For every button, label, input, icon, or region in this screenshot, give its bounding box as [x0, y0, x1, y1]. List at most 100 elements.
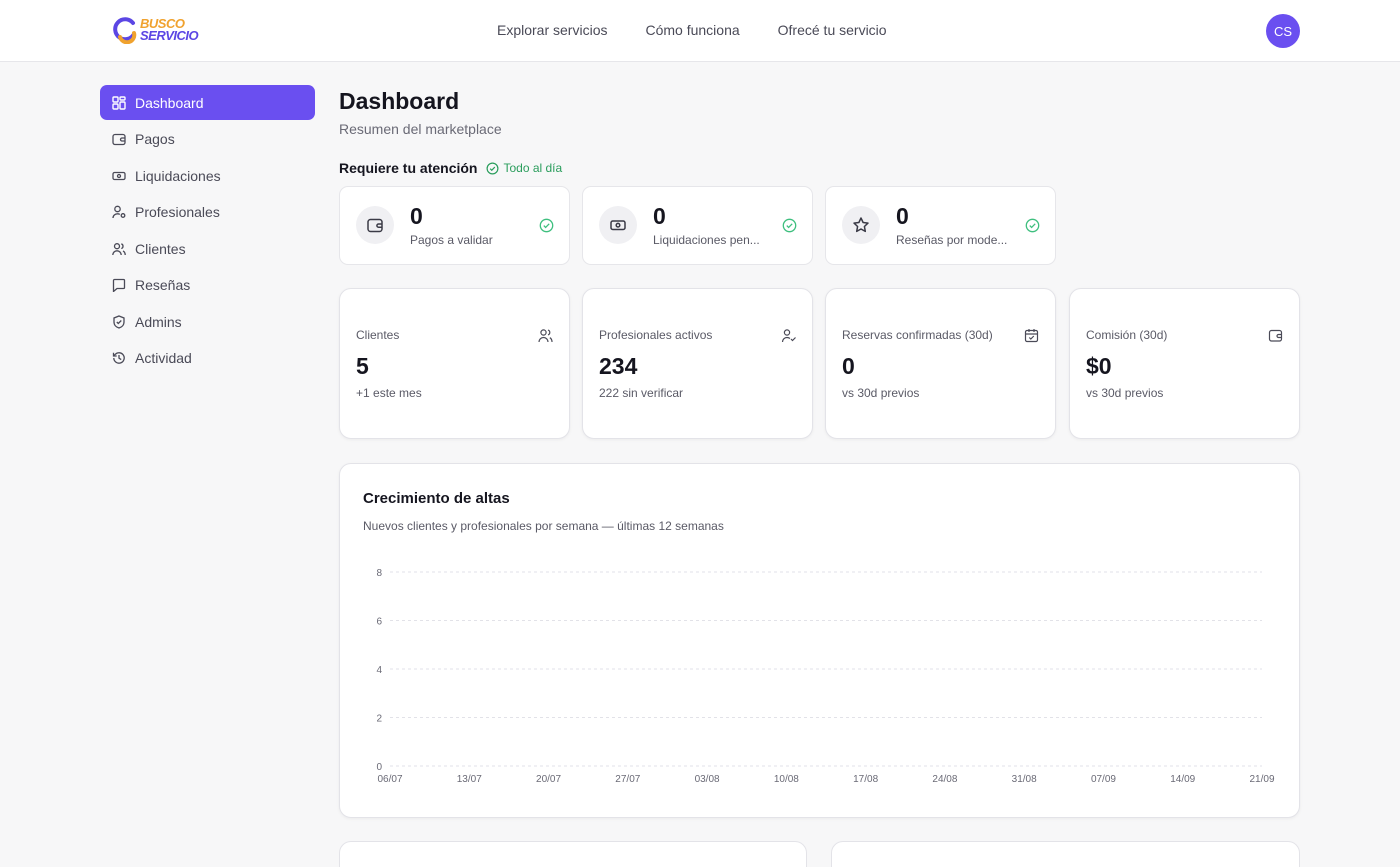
user-check-icon — [781, 329, 796, 343]
x-tick-label: 13/07 — [457, 774, 482, 785]
alert-label: Reseñas por mode... — [896, 233, 1008, 247]
alert-card-resenas[interactable]: 0 Reseñas por mode... — [825, 186, 1056, 265]
star-icon — [853, 217, 869, 233]
nav-como-funciona[interactable]: Cómo funciona — [645, 22, 739, 38]
message-icon — [112, 278, 126, 292]
x-tick-label: 06/07 — [377, 774, 402, 785]
logo-mark-icon — [113, 17, 137, 44]
check-circle-icon — [486, 162, 499, 174]
x-tick-label: 24/08 — [932, 774, 957, 785]
x-tick-label: 21/09 — [1249, 774, 1274, 785]
users-icon — [112, 242, 126, 255]
stat-card-clientes: Clientes 5 +1 este mes — [339, 288, 570, 439]
alert-value: 0 — [410, 203, 423, 229]
status-badge-label: Todo al día — [503, 161, 563, 175]
brand-logo[interactable]: BUSCO SERVICIO — [112, 16, 199, 44]
y-tick-label: 0 — [376, 762, 382, 773]
main-nav: Explorar servicios Cómo funciona Ofrecé … — [497, 22, 887, 38]
growth-chart-card: Crecimiento de altas Nuevos clientes y p… — [339, 463, 1300, 818]
x-tick-label: 14/09 — [1170, 774, 1195, 785]
user-gear-icon — [112, 205, 126, 219]
stat-card-reservas: Reservas confirmadas (30d) 0 vs 30d prev… — [825, 288, 1056, 439]
stat-card-comision: Comisión (30d) $0 vs 30d previos — [1069, 288, 1300, 439]
page-subtitle: Resumen del marketplace — [339, 121, 502, 137]
nav-explorar-servicios[interactable]: Explorar servicios — [497, 22, 607, 38]
wallet-icon — [367, 218, 383, 233]
sidebar-item-label: Reseñas — [135, 277, 191, 293]
page-title: Dashboard — [339, 88, 460, 114]
wallet-icon — [112, 133, 126, 146]
x-tick-label: 20/07 — [536, 774, 561, 785]
x-tick-label: 27/07 — [615, 774, 640, 785]
x-tick-label: 03/08 — [695, 774, 720, 785]
y-tick-label: 4 — [376, 665, 382, 676]
stat-value: $0 — [1086, 353, 1112, 379]
sidebar-item-resenas[interactable]: Reseñas — [100, 268, 315, 303]
x-tick-label: 07/09 — [1091, 774, 1116, 785]
status-badge: Todo al día — [486, 161, 562, 175]
sidebar-item-label: Clientes — [135, 240, 186, 257]
sidebar-item-label: Dashboard — [135, 94, 204, 111]
stat-label: Profesionales activos — [599, 328, 713, 342]
shield-icon — [113, 314, 125, 329]
alert-card-pagos[interactable]: 0 Pagos a validar — [339, 186, 570, 265]
growth-chart: 0 2 4 6 8 06/07 13/07 20/07 27/07 03/08 10/08 17/08… — [376, 568, 1275, 785]
grid-icon — [112, 95, 126, 110]
y-tick-label: 8 — [376, 568, 382, 579]
stat-label: Reservas confirmadas (30d) — [842, 328, 993, 342]
stat-subtext: vs 30d previos — [1086, 386, 1164, 400]
attention-header: Requiere tu atención Todo al día — [339, 160, 562, 176]
main-content: Dashboard Resumen del marketplace Requie… — [339, 88, 1300, 867]
alert-icon-circle — [356, 206, 394, 244]
alert-value: 0 — [653, 203, 666, 229]
sidebar-item-liquidaciones[interactable]: Liquidaciones — [100, 158, 315, 193]
stat-subtext: +1 este mes — [356, 386, 422, 400]
sidebar-item-profesionales[interactable]: Profesionales — [100, 195, 315, 230]
attention-title: Requiere tu atención — [339, 160, 478, 176]
x-tick-label: 31/08 — [1012, 774, 1037, 785]
check-circle-icon — [782, 218, 797, 233]
sidebar-item-actividad[interactable]: Actividad — [100, 341, 315, 376]
sidebar-item-label: Admins — [135, 313, 182, 330]
brand-line-2: SERVICIO — [140, 28, 199, 43]
history-icon — [112, 352, 125, 364]
stat-card-profesionales: Profesionales activos 234 222 sin verifi… — [582, 288, 813, 439]
calendar-check-icon — [1024, 329, 1039, 343]
sidebar-item-admins[interactable]: Admins — [100, 304, 315, 339]
stat-label: Clientes — [356, 328, 400, 342]
sidebar-item-label: Profesionales — [135, 204, 220, 220]
alert-value: 0 — [896, 203, 909, 229]
bottom-card-right — [831, 841, 1300, 867]
sidebar-item-clientes[interactable]: Clientes — [100, 231, 315, 266]
sidebar-item-label: Pagos — [135, 131, 175, 147]
sidebar-item-label: Liquidaciones — [135, 167, 221, 184]
users-icon — [538, 329, 553, 343]
sidebar-item-pagos[interactable]: Pagos — [100, 122, 315, 157]
stat-value: 5 — [356, 353, 369, 379]
sidebar-item-label: Actividad — [135, 350, 192, 366]
alert-label: Liquidaciones pen... — [653, 233, 760, 247]
top-navbar: BUSCO SERVICIO Explorar servicios Cómo f… — [0, 0, 1400, 62]
stat-subtext: 222 sin verificar — [599, 386, 684, 400]
sidebar: Dashboard Pagos Liquidaciones Profesiona… — [100, 85, 315, 377]
stat-value: 234 — [599, 353, 638, 379]
stat-subtext: vs 30d previos — [842, 386, 920, 400]
alert-label: Pagos a validar — [410, 233, 493, 247]
user-avatar[interactable]: CS — [1266, 14, 1300, 48]
banknote-icon — [112, 171, 126, 180]
nav-ofrece-tu-servicio[interactable]: Ofrecé tu servicio — [778, 22, 887, 38]
check-circle-icon — [539, 218, 554, 233]
wallet-icon — [1268, 329, 1283, 342]
alert-icon-circle — [842, 206, 880, 244]
check-circle-icon — [1025, 218, 1040, 233]
sidebar-item-dashboard[interactable]: Dashboard — [100, 85, 315, 120]
bottom-card-left — [339, 841, 807, 867]
stat-label: Comisión (30d) — [1086, 328, 1168, 342]
alert-icon-circle — [599, 206, 637, 244]
banknote-icon — [610, 220, 626, 231]
stat-value: 0 — [842, 353, 855, 379]
x-tick-label: 10/08 — [774, 774, 799, 785]
alert-card-liquidaciones[interactable]: 0 Liquidaciones pen... — [582, 186, 813, 265]
y-tick-label: 2 — [376, 714, 382, 725]
y-tick-label: 6 — [376, 617, 382, 628]
